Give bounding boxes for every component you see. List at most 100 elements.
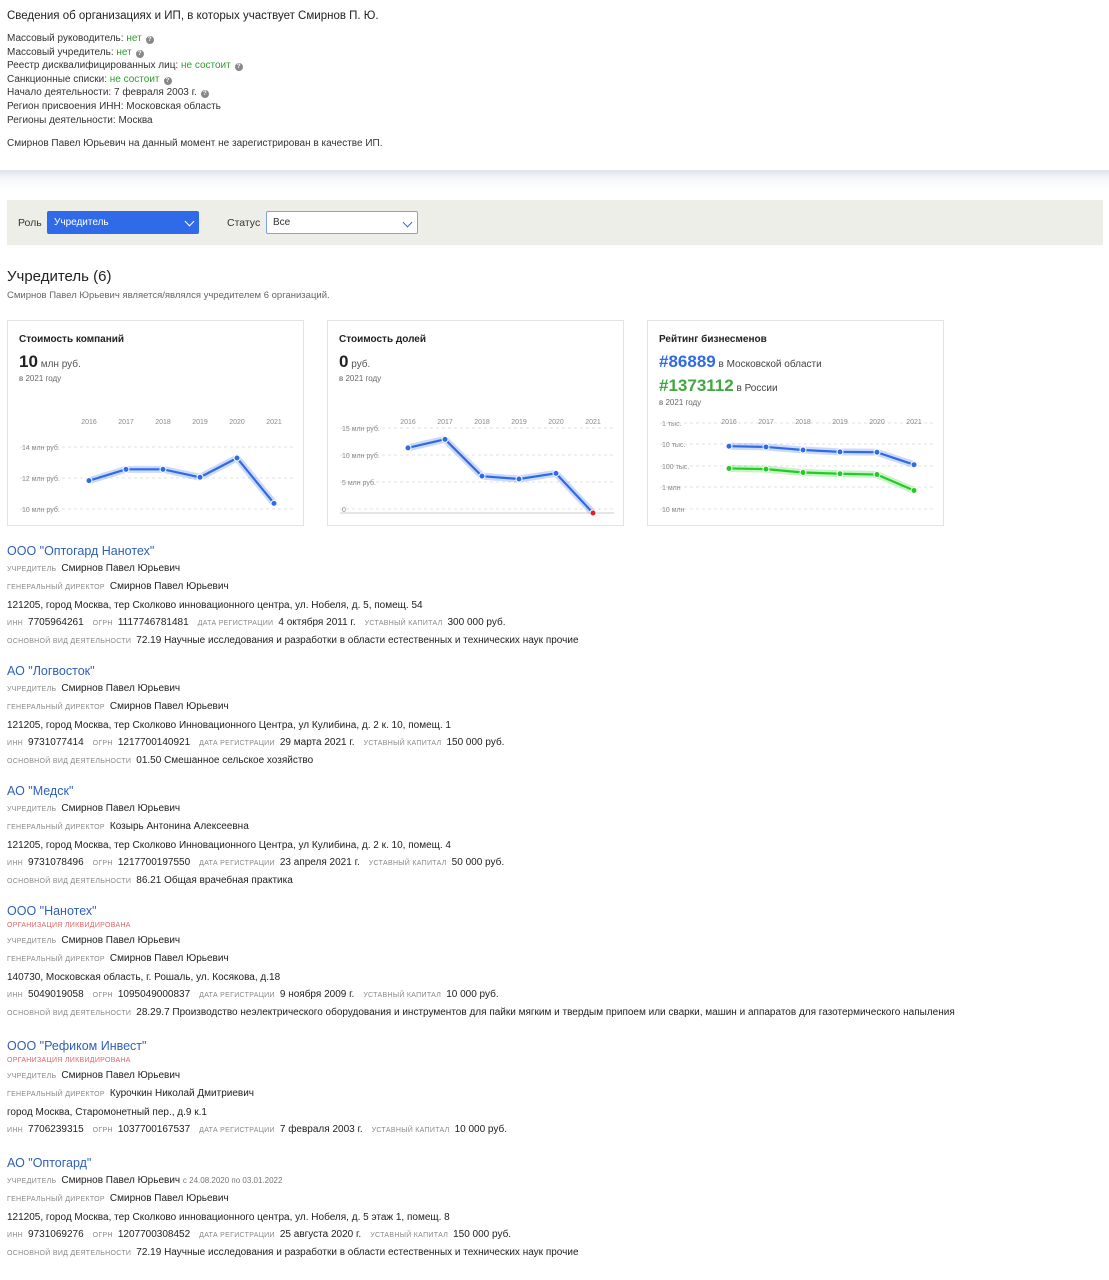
organization-name-link[interactable]: ООО "Рефиком Инвест" bbox=[7, 1037, 1102, 1055]
help-icon[interactable]: ? bbox=[145, 36, 154, 44]
director-name[interactable]: Смирнов Павел Юрьевич bbox=[110, 1193, 229, 1204]
organization-name-link[interactable]: АО "Медск" bbox=[7, 782, 1102, 800]
regional-rating: #86889 в Московской области bbox=[659, 352, 822, 371]
founder-name[interactable]: Смирнов Павел Юрьевич bbox=[61, 935, 180, 946]
help-icon[interactable]: ? bbox=[135, 49, 144, 58]
organization-name-link[interactable]: АО "Логвосток" bbox=[7, 662, 1102, 680]
info-row-label: Начало деятельности: bbox=[7, 87, 114, 99]
founder-row: учредитель Смирнов Павел Юрьевич bbox=[7, 563, 181, 574]
organization-item: ООО "Нанотех" организация ликвидирована уч… bbox=[7, 902, 1102, 1022]
data-point bbox=[910, 486, 918, 494]
x-tick-label: 2018 bbox=[795, 419, 811, 426]
founder-name[interactable]: Смирнов Павел Юрьевич bbox=[61, 563, 180, 574]
inn-value: 9731069276 bbox=[28, 1228, 84, 1240]
founder-name[interactable]: Смирнов Павел Юрьевич bbox=[61, 1175, 180, 1186]
data-point bbox=[725, 442, 733, 450]
reg-date: 9 ноября 2009 г. bbox=[279, 988, 355, 1000]
x-tick-label: 2019 bbox=[832, 419, 848, 426]
capital-value: 50 000 руб. bbox=[451, 856, 505, 868]
reg-date: 7 февраля 2003 г. bbox=[279, 1123, 363, 1135]
x-tick-label: 2019 bbox=[192, 419, 208, 426]
ogrn-value: 1217700197550 bbox=[117, 856, 191, 868]
share-value-card: 15 млн руб. 10 млн руб. 5 млн руб. 0 2016 201… bbox=[327, 320, 624, 526]
organization-name-link[interactable]: ООО "Нанотех" bbox=[7, 902, 1102, 920]
director-name[interactable]: Смирнов Павел Юрьевич bbox=[110, 701, 229, 712]
activity-value: 86.21 Общая врачебная практика bbox=[136, 875, 293, 887]
director-name[interactable]: Козырь Антонина Алексеевна bbox=[110, 821, 249, 832]
data-point bbox=[836, 470, 844, 478]
info-row-value: нет bbox=[126, 33, 142, 44]
director-row: генеральный директор Смирнов Павел Юрьеви… bbox=[7, 953, 229, 965]
data-point bbox=[122, 465, 130, 473]
company-value-amount: 10 млн руб. bbox=[19, 352, 81, 371]
card-year: в 2021 году bbox=[339, 374, 382, 383]
y-tick-label: 1 млн bbox=[662, 485, 681, 492]
x-tick-label: 2017 bbox=[437, 419, 453, 426]
info-row-label: Массовый руководитель: bbox=[7, 33, 127, 44]
status-select[interactable]: Все bbox=[266, 211, 418, 234]
x-tick-label: 2017 bbox=[758, 419, 774, 426]
chevron-down-icon bbox=[184, 216, 195, 227]
x-tick-label: 2016 bbox=[400, 419, 416, 426]
info-row-value: Московская область bbox=[126, 100, 221, 112]
founder-period: с 24.08.2020 по 03.01.2022 bbox=[182, 1176, 283, 1185]
x-tick-label: 2020 bbox=[229, 419, 245, 426]
series-glow bbox=[87, 454, 277, 506]
founder-name[interactable]: Смирнов Павел Юрьевич bbox=[61, 683, 180, 694]
registration-row: инн 9731069276 огрн 1207700308452 дата регис… bbox=[7, 1228, 512, 1240]
director-name[interactable]: Курочкин Николай Дмитриевич bbox=[110, 1088, 254, 1099]
y-tick-label: 10 млн руб. bbox=[342, 452, 380, 460]
director-name[interactable]: Смирнов Павел Юрьевич bbox=[110, 581, 229, 592]
capital-value: 300 000 руб. bbox=[447, 616, 506, 628]
info-row: Реестр дисквалифицированных лиц: не сост… bbox=[7, 59, 1007, 73]
data-point bbox=[196, 473, 204, 481]
help-icon[interactable]: ? bbox=[163, 76, 172, 85]
info-row-value: не состоит bbox=[109, 73, 160, 85]
activity-value: 72.19 Научные исследования и разработки … bbox=[136, 1247, 579, 1259]
info-title: Сведения об организациях и ИП, в которых… bbox=[7, 10, 379, 22]
chevron-down-icon bbox=[402, 217, 413, 228]
info-row: Санкционные списки: не состоит? bbox=[7, 73, 1007, 87]
y-tick-label: 14 млн руб. bbox=[22, 444, 60, 452]
y-tick-label: 10 млн руб. bbox=[22, 506, 60, 514]
address: 121205, город Москва, тер Сколково иннов… bbox=[7, 599, 423, 611]
liquidated-badge: организация ликвидирована bbox=[7, 922, 131, 929]
address: 140730, Московская область, г. Рошаль, у… bbox=[7, 971, 281, 983]
info-row-value: 7 февраля 2003 г. bbox=[113, 87, 197, 99]
info-row-label: Санкционные списки: bbox=[7, 73, 110, 85]
organization-name-link[interactable]: ООО "Оптогард Нанотех" bbox=[7, 542, 1102, 560]
x-tick-label: 2021 bbox=[266, 419, 282, 426]
activity-row: основной вид деятельности 01.50 Смешанное… bbox=[7, 755, 314, 767]
card-year: в 2021 году bbox=[659, 398, 702, 407]
card-title: Стоимость компаний bbox=[19, 334, 125, 345]
x-tick-label: 2021 bbox=[585, 419, 601, 426]
x-tick-label: 2016 bbox=[721, 419, 737, 426]
reg-date: 4 октября 2011 г. bbox=[278, 616, 356, 628]
capital-value: 150 000 руб. bbox=[453, 1228, 512, 1240]
role-select[interactable]: Учредитель bbox=[47, 211, 199, 234]
director-name[interactable]: Смирнов Павел Юрьевич bbox=[110, 953, 229, 964]
activity-value: 28.29.7 Производство неэлектрического об… bbox=[136, 1007, 955, 1019]
registration-row: инн 9731078496 огрн 1217700197550 дата регис… bbox=[7, 856, 505, 868]
organization-item: АО "Логвосток" учредитель Смирнов Павел Юр… bbox=[7, 662, 1102, 770]
x-tick-label: 2018 bbox=[474, 419, 490, 426]
data-point bbox=[589, 509, 597, 517]
organization-name-link[interactable]: АО "Оптогард" bbox=[7, 1154, 1102, 1172]
help-icon[interactable]: ? bbox=[200, 90, 209, 99]
role-label: Роль bbox=[18, 217, 42, 229]
info-row-value: Москва bbox=[118, 114, 153, 126]
x-tick-label: 2016 bbox=[81, 419, 97, 426]
activity-value: 01.50 Смешанное сельское хозяйство bbox=[136, 755, 314, 767]
info-row-label: Регионы деятельности: bbox=[7, 114, 119, 126]
liquidated-badge: организация ликвидирована bbox=[7, 1057, 131, 1064]
info-row-value: не состоит bbox=[180, 60, 231, 72]
organization-item: АО "Оптогард" учредитель Смирнов Павел Юрь… bbox=[7, 1154, 1102, 1262]
help-icon[interactable]: ? bbox=[234, 63, 243, 72]
card-title: Стоимость долей bbox=[339, 334, 427, 345]
card-year: в 2021 году bbox=[19, 374, 62, 383]
info-row-label: Реестр дисквалифицированных лиц: bbox=[7, 60, 181, 72]
person-info: Сведения об организациях и ИП, в которых… bbox=[7, 10, 1007, 149]
info-row: Регионы деятельности: Москва bbox=[7, 114, 1007, 128]
founder-name[interactable]: Смирнов Павел Юрьевич bbox=[61, 803, 180, 814]
founder-name[interactable]: Смирнов Павел Юрьевич bbox=[61, 1070, 180, 1081]
